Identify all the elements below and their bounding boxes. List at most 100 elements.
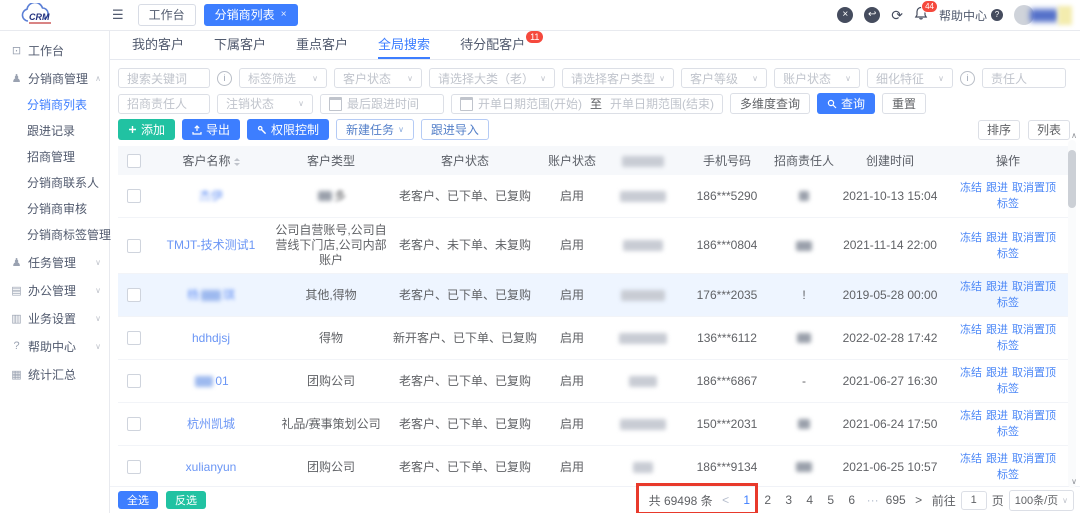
filter-input-搜索关键词[interactable]: 搜索关键词: [118, 68, 210, 88]
tab-下属客户[interactable]: 下属客户: [214, 30, 266, 59]
prev-page-button[interactable]: <: [718, 493, 734, 507]
notification-bell-icon[interactable]: 44: [914, 6, 928, 24]
list-button[interactable]: 列表: [1028, 120, 1070, 140]
row-checkbox[interactable]: [127, 374, 141, 388]
row-action-取消置顶[interactable]: 取消置顶: [1012, 232, 1056, 244]
sidebar-item-分销商管理[interactable]: ♟分销商管理∧: [0, 64, 109, 92]
page-4[interactable]: 4: [802, 493, 818, 507]
row-action-标签[interactable]: 标签: [997, 383, 1019, 395]
filter-select-细化特征[interactable]: 细化特征∨: [867, 68, 953, 88]
add-button[interactable]: 添加: [118, 119, 175, 140]
next-page-button[interactable]: >: [911, 493, 927, 507]
filter-select-请选择大类（老）[interactable]: 请选择大类（老）∨: [429, 68, 555, 88]
filter-daterange-开单日期范围(开始)[interactable]: 开单日期范围(开始)至开单日期范围(结束): [451, 94, 723, 114]
customer-name-text[interactable]: 01: [215, 374, 228, 388]
filter-date-最后跟进时间[interactable]: 最后跟进时间: [320, 94, 444, 114]
sort-button[interactable]: 排序: [978, 120, 1020, 140]
row-action-标签[interactable]: 标签: [997, 426, 1019, 438]
refresh-icon[interactable]: ⟳: [891, 7, 903, 23]
row-action-跟进[interactable]: 跟进: [986, 367, 1008, 379]
row-action-标签[interactable]: 标签: [997, 340, 1019, 352]
row-action-标签[interactable]: 标签: [997, 297, 1019, 309]
window-tab-分销商列表[interactable]: 分销商列表×: [204, 4, 298, 26]
page-1[interactable]: 1: [739, 493, 755, 507]
customer-name-text[interactable]: 杭州凯城: [187, 417, 235, 431]
sidebar-subitem-跟进记录[interactable]: 跟进记录: [0, 118, 109, 144]
filter-select-请选择客户类型[interactable]: 请选择客户类型∨: [562, 68, 674, 88]
multi-query-button[interactable]: 多维度查询: [730, 93, 810, 114]
help-center-button[interactable]: 帮助中心 ?: [939, 7, 1003, 24]
row-action-取消置顶[interactable]: 取消置顶: [1012, 281, 1056, 293]
search-button[interactable]: 查询: [817, 93, 875, 114]
filter-input-招商责任人[interactable]: 招商责任人: [118, 94, 210, 114]
filter-input-责任人[interactable]: 责任人: [982, 68, 1066, 88]
info-icon[interactable]: i: [960, 71, 975, 86]
sidebar-item-帮助中心[interactable]: ?帮助中心∨: [0, 332, 109, 360]
row-action-取消置顶[interactable]: 取消置顶: [1012, 410, 1056, 422]
row-action-跟进[interactable]: 跟进: [986, 232, 1008, 244]
sort-icon[interactable]: [234, 155, 240, 169]
row-checkbox[interactable]: [127, 288, 141, 302]
follow-import-button[interactable]: 跟进导入: [421, 119, 489, 140]
row-action-冻结[interactable]: 冻结: [960, 281, 982, 293]
tab-全局搜索[interactable]: 全局搜索: [378, 30, 430, 59]
row-action-取消置顶[interactable]: 取消置顶: [1012, 367, 1056, 379]
sidebar-subitem-招商管理[interactable]: 招商管理: [0, 144, 109, 170]
row-action-取消置顶[interactable]: 取消置顶: [1012, 182, 1056, 194]
goto-page-input[interactable]: [961, 491, 987, 510]
page-2[interactable]: 2: [760, 493, 776, 507]
row-action-取消置顶[interactable]: 取消置顶: [1012, 453, 1056, 465]
reset-button[interactable]: 重置: [882, 93, 926, 114]
permission-control-button[interactable]: 权限控制: [247, 119, 329, 140]
page-695[interactable]: 695: [886, 493, 906, 507]
row-action-标签[interactable]: 标签: [997, 469, 1019, 481]
page-6[interactable]: 6: [844, 493, 860, 507]
row-checkbox[interactable]: [127, 460, 141, 474]
scroll-down-icon[interactable]: ∨: [1071, 477, 1077, 486]
row-checkbox[interactable]: [127, 417, 141, 431]
tab-重点客户[interactable]: 重点客户: [296, 30, 348, 59]
tab-我的客户[interactable]: 我的客户: [132, 30, 184, 59]
scrollbar-thumb[interactable]: [1068, 150, 1076, 208]
customer-name-text[interactable]: 杰伊: [199, 189, 223, 203]
new-task-button[interactable]: 新建任务 ∨: [336, 119, 414, 140]
sidebar-item-工作台[interactable]: ⊡工作台: [0, 36, 109, 64]
filter-select-注销状态[interactable]: 注销状态∨: [217, 94, 313, 114]
row-checkbox[interactable]: [127, 331, 141, 345]
row-action-冻结[interactable]: 冻结: [960, 182, 982, 194]
table-scrollbar[interactable]: [1068, 140, 1076, 488]
row-action-跟进[interactable]: 跟进: [986, 281, 1008, 293]
back-icon[interactable]: ↩: [864, 7, 880, 23]
page-3[interactable]: 3: [781, 493, 797, 507]
customer-name-text[interactable]: 琪: [223, 288, 235, 302]
customer-name-text[interactable]: TMJT-技术测试1: [167, 238, 256, 252]
sidebar-item-任务管理[interactable]: ♟任务管理∨: [0, 248, 109, 276]
customer-name-text[interactable]: hdhdjsj: [192, 331, 230, 345]
select-all-button[interactable]: 全选: [118, 491, 158, 509]
close-all-icon[interactable]: ×: [837, 7, 853, 23]
filter-select-标签筛选[interactable]: 标签筛选∨: [239, 68, 327, 88]
row-action-标签[interactable]: 标签: [997, 248, 1019, 260]
select-all-checkbox[interactable]: [127, 154, 141, 168]
row-action-跟进[interactable]: 跟进: [986, 453, 1008, 465]
sidebar-subitem-分销商标签管理[interactable]: 分销商标签管理: [0, 222, 109, 248]
row-action-跟进[interactable]: 跟进: [986, 410, 1008, 422]
row-action-跟进[interactable]: 跟进: [986, 182, 1008, 194]
row-action-冻结[interactable]: 冻结: [960, 410, 982, 422]
customer-name-text[interactable]: 杨: [187, 288, 199, 302]
page-5[interactable]: 5: [823, 493, 839, 507]
row-checkbox[interactable]: [127, 239, 141, 253]
sidebar-subitem-分销商联系人[interactable]: 分销商联系人: [0, 170, 109, 196]
row-action-冻结[interactable]: 冻结: [960, 367, 982, 379]
tab-待分配客户[interactable]: 待分配客户11: [460, 30, 543, 59]
invert-select-button[interactable]: 反选: [166, 491, 206, 509]
sidebar-subitem-分销商列表[interactable]: 分销商列表: [0, 92, 109, 118]
row-action-标签[interactable]: 标签: [997, 198, 1019, 210]
hamburger-menu-icon[interactable]: ☰: [112, 7, 124, 23]
filter-select-账户状态[interactable]: 账户状态∨: [774, 68, 860, 88]
sidebar-subitem-分销商审核[interactable]: 分销商审核: [0, 196, 109, 222]
row-action-取消置顶[interactable]: 取消置顶: [1012, 324, 1056, 336]
row-checkbox[interactable]: [127, 189, 141, 203]
filter-select-客户状态[interactable]: 客户状态∨: [334, 68, 422, 88]
close-tab-icon[interactable]: ×: [281, 6, 287, 24]
